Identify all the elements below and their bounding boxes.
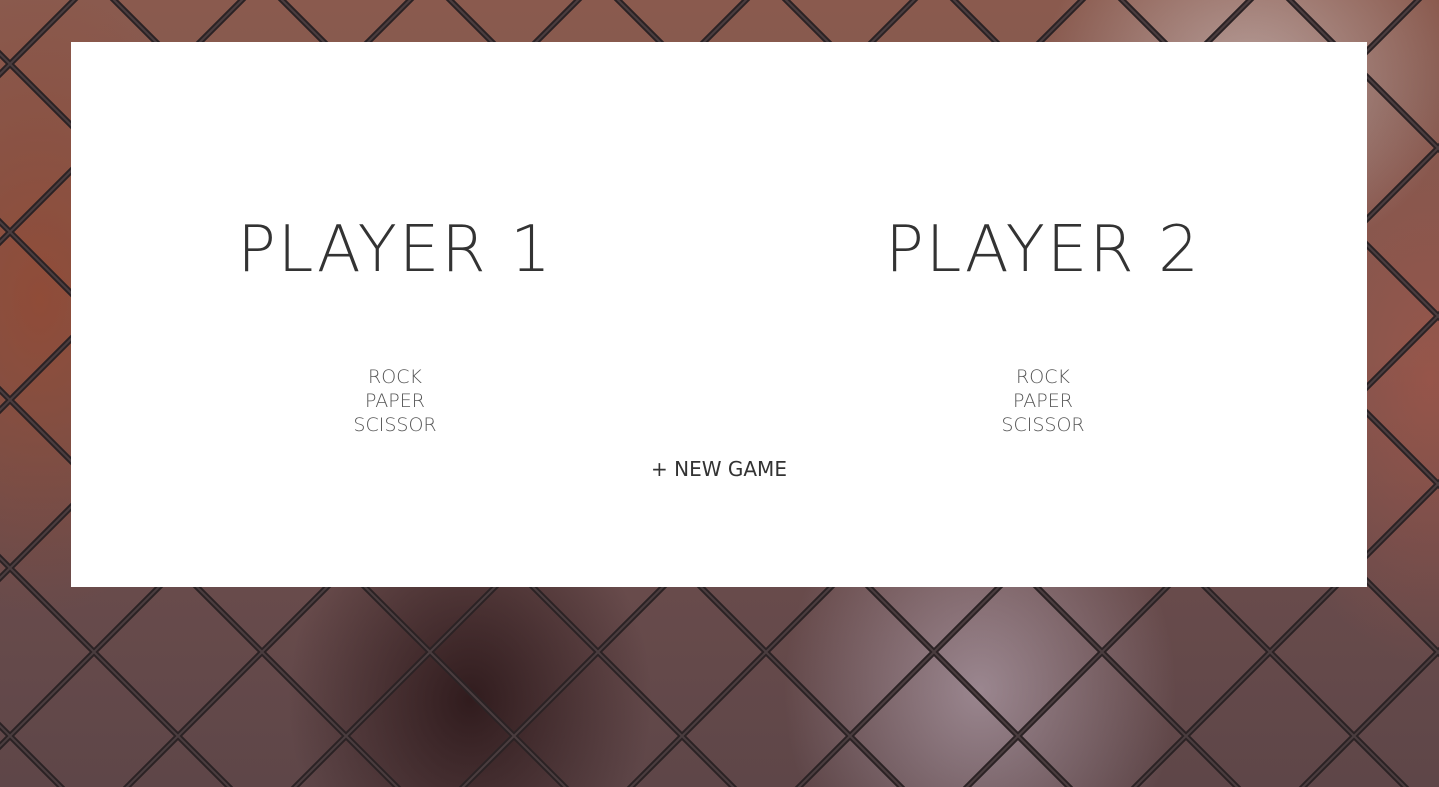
player-1-choices: ROCK PAPER SCISSOR — [71, 365, 719, 437]
player-2-panel: PLAYER 2 ROCK PAPER SCISSOR — [719, 42, 1367, 587]
player-1-scissor-option[interactable]: SCISSOR — [71, 413, 719, 437]
new-game-button[interactable]: + NEW GAME — [71, 456, 1367, 482]
player-2-rock-option[interactable]: ROCK — [719, 365, 1367, 389]
player-1-rock-option[interactable]: ROCK — [71, 365, 719, 389]
game-card: PLAYER 1 ROCK PAPER SCISSOR PLAYER 2 ROC… — [71, 42, 1367, 587]
player-2-choices: ROCK PAPER SCISSOR — [719, 365, 1367, 437]
player-2-title: PLAYER 2 — [885, 213, 1201, 287]
player-1-title: PLAYER 1 — [237, 213, 553, 287]
player-1-paper-option[interactable]: PAPER — [71, 389, 719, 413]
player-2-paper-option[interactable]: PAPER — [719, 389, 1367, 413]
player-1-panel: PLAYER 1 ROCK PAPER SCISSOR — [71, 42, 719, 587]
player-2-scissor-option[interactable]: SCISSOR — [719, 413, 1367, 437]
